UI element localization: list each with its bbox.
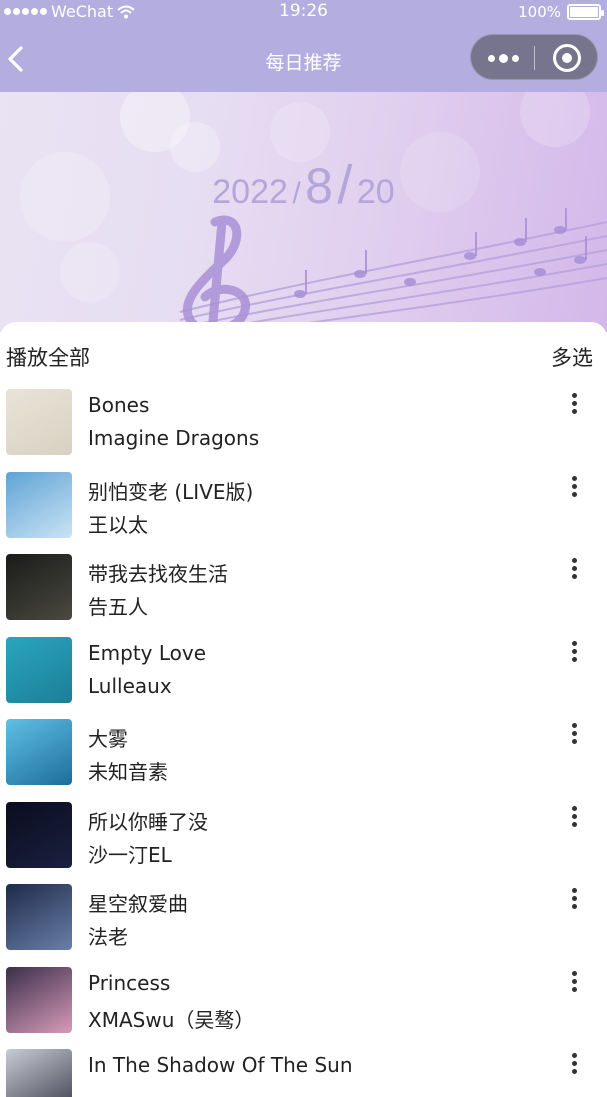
song-artist: XMASwu（吴骜） [88, 1007, 255, 1032]
more-options-icon[interactable] [562, 554, 586, 584]
capsule-divider [534, 46, 535, 70]
song-artist: 法老 [88, 925, 128, 949]
song-artist: 告五人 [88, 595, 148, 619]
multi-select-button[interactable]: 多选 [551, 342, 593, 372]
song-title: 所以你睡了没 [88, 809, 208, 834]
play-all-button[interactable]: 播放全部 [6, 342, 90, 372]
close-target-icon[interactable] [553, 44, 581, 72]
more-options-icon[interactable] [562, 1049, 586, 1079]
status-bar: WeChat 19:26 100% [0, 0, 607, 26]
song-title: In The Shadow Of The Sun [88, 1053, 353, 1077]
song-row[interactable]: 大雾 未知音素 [0, 719, 607, 801]
album-cover [6, 966, 72, 1033]
nav-bar: 每日推荐 [0, 26, 607, 92]
album-cover [6, 636, 72, 703]
more-options-icon[interactable] [562, 719, 586, 749]
song-row[interactable]: 星空叙爱曲 法老 [0, 884, 607, 966]
album-cover [6, 801, 72, 868]
song-title: 大雾 [88, 727, 128, 751]
song-title: Princess [88, 970, 171, 995]
more-dots-icon[interactable] [471, 35, 535, 81]
more-options-icon[interactable] [562, 967, 586, 997]
song-artist: 沙一汀EL [88, 842, 172, 867]
song-artist: Lulleaux [88, 673, 172, 698]
album-cover [6, 389, 72, 455]
song-title: Empty Love [88, 640, 207, 665]
song-row[interactable]: 别怕变老 (LIVE版) 王以太 [0, 471, 607, 554]
song-title: Bones [88, 393, 150, 417]
album-cover [6, 1049, 72, 1097]
status-time: 19:26 [279, 1, 328, 21]
song-row[interactable]: 带我去找夜生活 告五人 [0, 554, 607, 636]
more-options-icon[interactable] [562, 802, 586, 832]
album-cover [6, 719, 72, 785]
song-title: 别怕变老 (LIVE版) [88, 479, 254, 504]
menu-capsule [470, 34, 598, 80]
song-row[interactable]: In The Shadow Of The Sun [0, 1049, 607, 1097]
more-options-icon[interactable] [562, 884, 586, 914]
status-right: 100% [518, 3, 604, 21]
music-notes-decoration [179, 208, 607, 332]
song-artist: 王以太 [88, 512, 148, 537]
battery-percent: 100% [518, 3, 561, 21]
battery-icon [567, 4, 604, 20]
battery-level [570, 7, 598, 17]
song-title: 带我去找夜生活 [88, 562, 228, 586]
song-row[interactable]: Princess XMASwu（吴骜） [0, 966, 607, 1049]
more-options-icon[interactable] [562, 389, 586, 419]
song-artist: 未知音素 [88, 760, 168, 784]
song-artist: Imagine Dragons [88, 426, 260, 450]
album-cover [6, 554, 72, 620]
song-title: 星空叙爱曲 [88, 892, 188, 916]
more-options-icon[interactable] [562, 637, 586, 667]
song-row[interactable]: Bones Imagine Dragons [0, 389, 607, 471]
album-cover [6, 471, 72, 538]
date-banner: 2022 / 8 / 20 [0, 92, 607, 332]
song-row[interactable]: Empty Love Lulleaux [0, 636, 607, 719]
album-cover [6, 884, 72, 950]
song-list-panel: 播放全部 多选 Bones Imagine Dragons 别怕变老 (LIVE版)… [0, 322, 607, 1097]
song-row[interactable]: 所以你睡了没 沙一汀EL [0, 801, 607, 884]
more-options-icon[interactable] [562, 472, 586, 502]
